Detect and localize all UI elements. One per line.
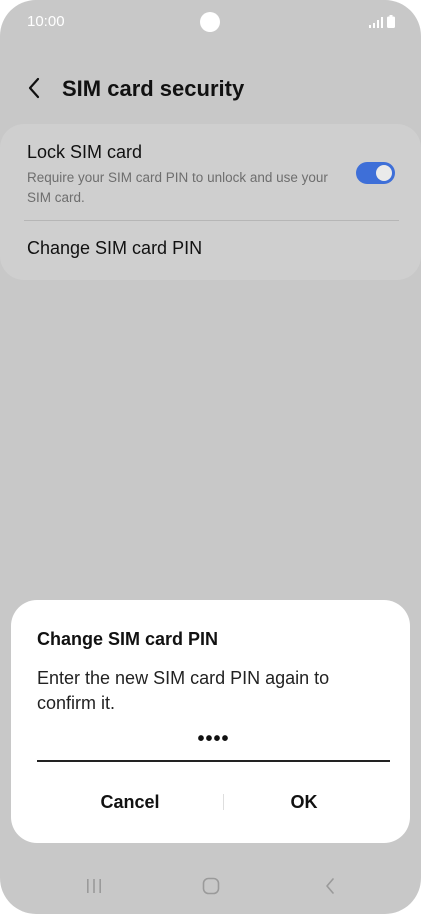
battery-icon (387, 15, 395, 28)
cancel-button[interactable]: Cancel (40, 778, 220, 826)
dialog-buttons: Cancel OK (11, 778, 410, 826)
nav-back-button[interactable] (310, 876, 350, 900)
lock-sim-card-row[interactable]: Lock SIM card Require your SIM card PIN … (0, 124, 421, 220)
recent-apps-button[interactable] (74, 876, 114, 900)
camera-cutout (200, 12, 220, 32)
home-button[interactable] (191, 876, 231, 900)
change-pin-dialog: Change SIM card PIN Enter the new SIM ca… (11, 600, 410, 843)
status-time: 10:00 (27, 13, 65, 30)
change-sim-pin-title: Change SIM card PIN (27, 238, 203, 258)
change-sim-pin-row[interactable]: Change SIM card PIN (0, 221, 421, 280)
navigation-bar (0, 862, 421, 914)
settings-card: Lock SIM card Require your SIM card PIN … (0, 124, 421, 280)
lock-sim-card-subtitle: Require your SIM card PIN to unlock and … (27, 170, 328, 205)
lock-sim-card-toggle[interactable] (356, 162, 395, 184)
page-title: SIM card security (62, 76, 245, 101)
pin-input-value: •••• (197, 728, 230, 750)
chevron-left-icon (27, 77, 41, 104)
dialog-message: Enter the new SIM card PIN again to conf… (37, 668, 330, 713)
back-button[interactable] (18, 74, 50, 106)
ok-button[interactable]: OK (214, 778, 394, 826)
dialog-title: Change SIM card PIN (37, 629, 219, 649)
app-header: SIM card security (0, 64, 421, 116)
status-bar: 10:00 (0, 0, 421, 44)
signal-icon (369, 17, 383, 28)
toggle-knob (376, 165, 392, 181)
system-icons (369, 15, 395, 28)
phone-screen: 10:00 SIM card security Lock SIM card Re… (0, 0, 421, 914)
nav-back-icon (324, 877, 336, 900)
home-icon (202, 877, 220, 900)
recent-apps-icon (85, 878, 103, 899)
pin-input[interactable]: •••• (37, 726, 390, 762)
lock-sim-card-title: Lock SIM card (27, 142, 143, 162)
